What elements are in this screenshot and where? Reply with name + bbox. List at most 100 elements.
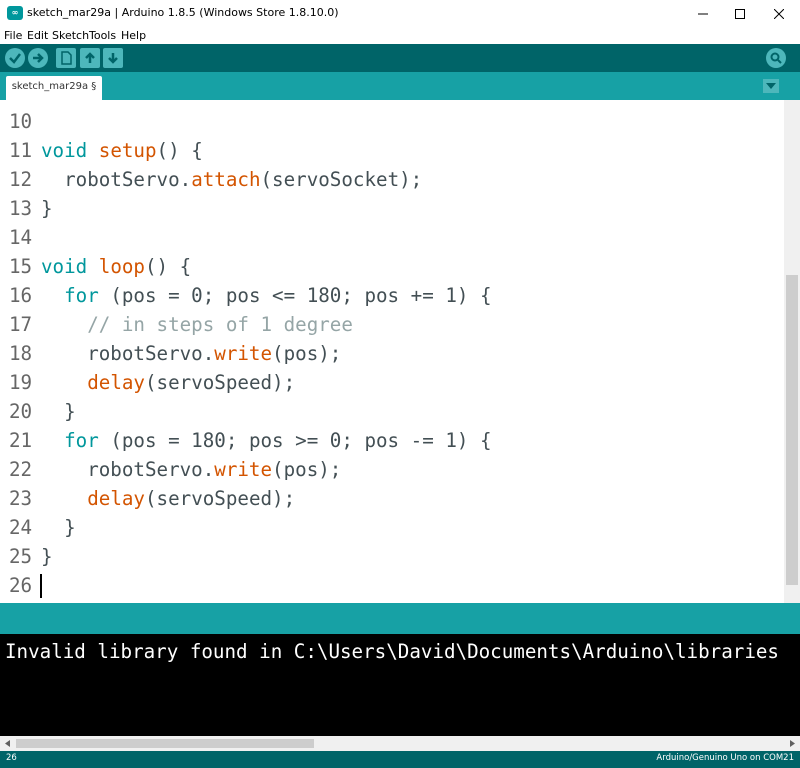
arrow-up-icon <box>85 52 95 63</box>
code-token: robotServo. <box>41 168 192 191</box>
line-number: 13 <box>9 197 33 220</box>
magnifier-icon <box>770 52 782 64</box>
upload-button[interactable] <box>28 48 48 68</box>
code-line[interactable]: 11 void setup() { <box>0 136 784 165</box>
menu-tools[interactable]: Tools <box>89 29 116 42</box>
code-text: void loop() { <box>41 252 191 281</box>
line-number: 10 <box>9 110 33 133</box>
chevron-down-icon <box>766 83 776 89</box>
code-text: delay(servoSpeed); <box>41 368 295 397</box>
line-number: 14 <box>9 226 33 249</box>
code-line[interactable]: 10 <box>0 107 784 136</box>
line-number: 25 <box>9 545 33 568</box>
code-token: (servoSocket); <box>260 168 423 191</box>
line-number: 17 <box>9 313 33 336</box>
maximize-icon <box>735 8 745 19</box>
code-line[interactable]: 20 } <box>0 397 784 426</box>
code-token: } <box>41 545 53 568</box>
code-line[interactable]: 24 } <box>0 513 784 542</box>
code-text: robotServo.write(pos); <box>41 455 341 484</box>
new-button[interactable] <box>56 48 76 68</box>
checkmark-icon <box>9 53 21 64</box>
code-line[interactable]: 22 robotServo.write(pos); <box>0 455 784 484</box>
code-token: (pos); <box>272 458 342 481</box>
code-line[interactable]: 16 for (pos = 0; pos <= 180; pos += 1) { <box>0 281 784 310</box>
code-text: robotServo.write(pos); <box>41 339 341 368</box>
code-line[interactable]: 26 <box>0 571 784 600</box>
current-line-number: 26 <box>6 753 17 763</box>
line-number: 16 <box>9 284 33 307</box>
editor-scrollbar-thumb[interactable] <box>786 275 798 585</box>
code-token: } <box>41 400 76 423</box>
save-button[interactable] <box>103 48 123 68</box>
code-token: (pos = 0; pos <= 180; pos += 1) { <box>98 284 492 307</box>
line-number: 24 <box>9 516 33 539</box>
menu-sketch[interactable]: Sketch <box>52 29 89 42</box>
line-number: 21 <box>9 429 33 452</box>
open-button[interactable] <box>80 48 100 68</box>
code-token: (servoSpeed); <box>144 487 296 510</box>
code-text: void setup() { <box>41 136 203 165</box>
code-token: } <box>41 197 53 220</box>
code-token: () { <box>156 139 203 162</box>
code-line[interactable]: 18 robotServo.write(pos); <box>0 339 784 368</box>
code-text: } <box>41 542 53 571</box>
code-editor[interactable]: 10 11 void setup() {12 robotServo.attach(s… <box>0 100 784 603</box>
close-button[interactable] <box>760 0 798 27</box>
text-cursor <box>40 574 42 598</box>
code-text: for (pos = 180; pos >= 0; pos -= 1) { <box>41 426 491 455</box>
verify-button[interactable] <box>5 48 25 68</box>
code-text: for (pos = 0; pos <= 180; pos += 1) { <box>41 281 492 310</box>
scroll-left-icon[interactable] <box>3 739 13 748</box>
board-port-info: Arduino/Genuino Uno on COM21 <box>656 753 794 763</box>
console-message: Invalid library found in C:\Users\David\… <box>5 640 779 663</box>
code-text: } <box>41 194 53 223</box>
code-function: loop <box>98 255 145 278</box>
close-icon <box>774 8 784 19</box>
message-area <box>0 603 800 634</box>
menu-bar: File Edit Sketch Tools Help <box>0 27 800 44</box>
line-number: 18 <box>9 342 33 365</box>
code-line[interactable]: 17 // in steps of 1 degree <box>0 310 784 339</box>
code-text: robotServo.attach(servoSocket); <box>41 165 422 194</box>
code-function: write <box>214 342 273 365</box>
code-text: delay(servoSpeed); <box>41 484 295 513</box>
code-keyword: for <box>64 284 99 307</box>
code-line[interactable]: 25} <box>0 542 784 571</box>
maximize-button[interactable] <box>721 0 759 27</box>
code-line[interactable]: 19 delay(servoSpeed); <box>0 368 784 397</box>
code-line[interactable]: 13} <box>0 194 784 223</box>
menu-file[interactable]: File <box>4 29 22 42</box>
menu-help[interactable]: Help <box>121 29 146 42</box>
line-number: 12 <box>9 168 33 191</box>
menu-edit[interactable]: Edit <box>27 29 48 42</box>
line-number: 15 <box>9 255 33 278</box>
line-number: 26 <box>9 574 33 597</box>
serial-monitor-button[interactable] <box>766 48 786 68</box>
code-token: () { <box>145 255 192 278</box>
code-token: } <box>41 516 76 539</box>
code-line[interactable]: 14 <box>0 223 784 252</box>
code-text: } <box>41 513 76 542</box>
window-title: sketch_mar29a | Arduino 1.8.5 (Windows S… <box>27 6 339 19</box>
line-number: 20 <box>9 400 33 423</box>
minimize-button[interactable] <box>684 0 722 27</box>
code-line[interactable]: 21 for (pos = 180; pos >= 0; pos -= 1) { <box>0 426 784 455</box>
code-line[interactable]: 23 delay(servoSpeed); <box>0 484 784 513</box>
tab-bar <box>0 72 800 100</box>
code-line[interactable]: 12 robotServo.attach(servoSocket); <box>0 165 784 194</box>
code-text: } <box>41 397 76 426</box>
new-file-icon <box>61 51 72 65</box>
code-line[interactable]: 15 void loop() { <box>0 252 784 281</box>
code-keyword: for <box>64 429 99 452</box>
code-function: setup <box>98 139 157 162</box>
scroll-right-icon[interactable] <box>787 739 797 748</box>
console-scrollbar-thumb[interactable] <box>16 739 314 748</box>
tab-sketch[interactable]: sketch_mar29a § <box>6 76 102 100</box>
tab-menu-button[interactable] <box>763 79 779 93</box>
